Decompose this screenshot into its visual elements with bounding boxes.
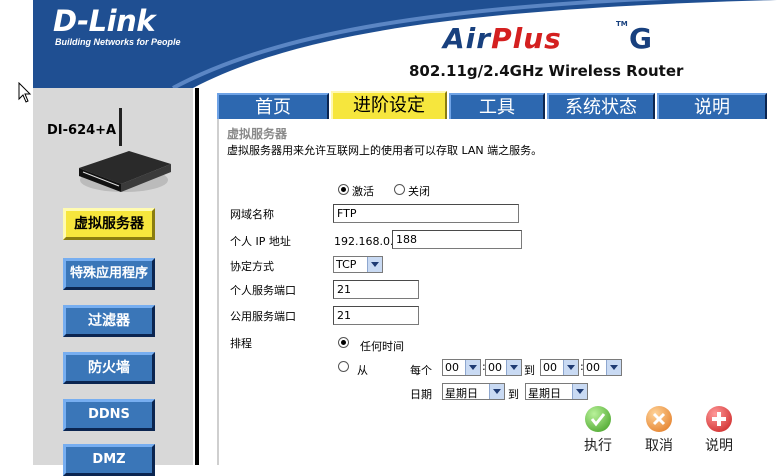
sidebar-item-virtual-server[interactable]: 虚拟服务器 xyxy=(63,208,155,240)
sidebar-item-ddns[interactable]: DDNS xyxy=(63,399,155,431)
airplus-g: G xyxy=(629,22,652,55)
trademark-mark: TM xyxy=(616,20,628,28)
tab-advanced[interactable]: 进阶设定 xyxy=(331,91,447,121)
sidebar-item-firewall[interactable]: 防火墙 xyxy=(63,352,155,384)
panel-divider-bar xyxy=(195,88,199,465)
content-frame xyxy=(217,119,767,465)
tab-status[interactable]: 系统状态 xyxy=(547,93,655,119)
sidebar-item-special-applications[interactable]: 特殊应用程序 xyxy=(63,258,155,290)
sidebar: DI-624+A 虚拟服务器 特殊应用程序 过滤器 防火墙 DDNS DMZ xyxy=(33,88,193,476)
page-margin xyxy=(0,0,33,465)
sidebar-item-dmz[interactable]: DMZ xyxy=(63,444,155,476)
airplus-plus: Plus xyxy=(491,22,562,55)
mouse-cursor-icon xyxy=(18,82,32,103)
dlink-tagline: Building Networks for People xyxy=(55,37,181,47)
header-banner: D-Link Building Networks for People AirP… xyxy=(33,0,777,88)
dlink-logo: D-Link xyxy=(53,4,156,38)
router-image xyxy=(79,108,171,192)
product-subtitle: 802.11g/2.4GHz Wireless Router xyxy=(409,62,684,80)
airplus-air: Air xyxy=(443,22,492,55)
sidebar-item-filters[interactable]: 过滤器 xyxy=(63,305,155,337)
tab-home[interactable]: 首页 xyxy=(217,93,329,119)
airplus-logo: AirPlus xyxy=(443,22,562,55)
model-label: DI-624+A xyxy=(47,123,117,138)
tab-tools[interactable]: 工具 xyxy=(449,93,545,119)
tab-help[interactable]: 说明 xyxy=(657,93,767,119)
tab-bar: 首页 进阶设定 工具 系统状态 说明 xyxy=(217,91,767,121)
